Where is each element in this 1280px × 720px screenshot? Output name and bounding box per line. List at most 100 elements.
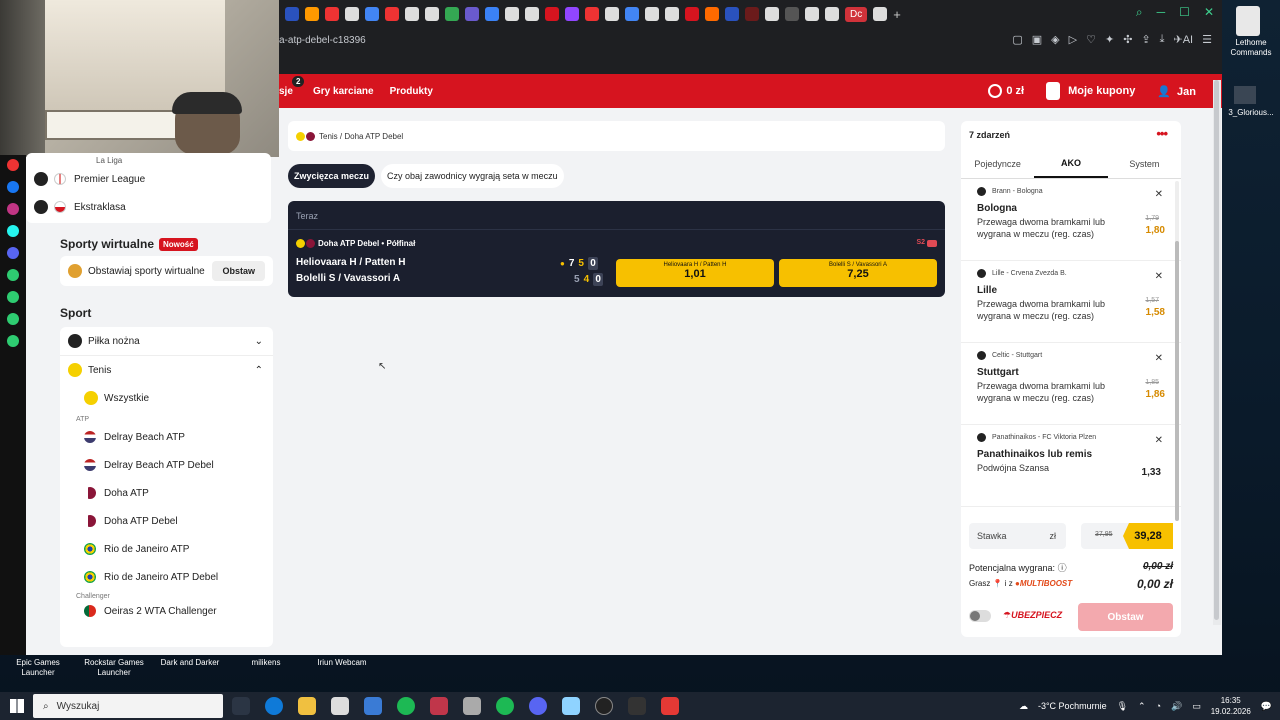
- odds-button-team-2[interactable]: Bolelli S / Vavassori A 7,25: [779, 259, 937, 287]
- place-bet-button[interactable]: Obstaw: [1078, 603, 1173, 631]
- x-tab-icon[interactable]: [825, 7, 839, 21]
- instagram-icon[interactable]: [7, 203, 19, 215]
- folder-icon[interactable]: [1234, 86, 1256, 104]
- more-icon[interactable]: •••: [1156, 126, 1168, 141]
- weather-text[interactable]: -3°C Pochmurnie: [1038, 701, 1107, 711]
- odds-button-team-1[interactable]: Heliovaara H / Patten H 1,01: [616, 259, 774, 287]
- tab-icon[interactable]: [665, 7, 679, 21]
- app-icon[interactable]: [7, 269, 19, 281]
- puzzle-icon[interactable]: ✣: [1123, 33, 1132, 46]
- task-view-icon[interactable]: [232, 697, 250, 715]
- volume-icon[interactable]: 🔊: [1171, 701, 1182, 712]
- sidebar-item-tennis[interactable]: Tenis ⌃: [60, 356, 273, 384]
- extension-icon[interactable]: ▢: [1012, 33, 1022, 46]
- sidebar-item-all[interactable]: Wszystkie: [60, 384, 273, 412]
- app-icon[interactable]: [661, 697, 679, 715]
- sidebar-item-doha-atp-debel[interactable]: Doha ATP Debel: [60, 507, 273, 535]
- amazon-tab-icon[interactable]: [305, 7, 319, 21]
- betslip-scroll-thumb[interactable]: [1175, 241, 1179, 521]
- stake-input[interactable]: Stawka zł: [969, 523, 1066, 549]
- tab-icon[interactable]: [765, 7, 779, 21]
- windows-start-icon[interactable]: [10, 699, 24, 713]
- tab-icon[interactable]: [405, 7, 419, 21]
- extension-icon[interactable]: ▣: [1032, 33, 1042, 46]
- battery-icon[interactable]: ▭: [1192, 701, 1201, 712]
- address-bar[interactable]: a-atp-debel-c18396 ▢ ▣ ◈ ▷ ♡ ✦ ✣ ⇪ ⤓ ✈AI…: [279, 28, 1222, 52]
- messenger-icon[interactable]: [7, 181, 19, 193]
- tab-icon[interactable]: [725, 7, 739, 21]
- youtube-tab-icon[interactable]: [325, 7, 339, 21]
- remove-icon[interactable]: ✕: [1155, 189, 1163, 200]
- tab-icon[interactable]: [705, 7, 719, 21]
- app-icon[interactable]: [7, 159, 19, 171]
- tab-icon[interactable]: [745, 7, 759, 21]
- info-icon[interactable]: ⓘ: [1058, 563, 1067, 573]
- notification-icon[interactable]: 💬: [1261, 701, 1272, 712]
- edge-icon[interactable]: [265, 697, 283, 715]
- url-text[interactable]: a-atp-debel-c18396: [279, 35, 366, 46]
- tab-icon[interactable]: [873, 7, 888, 21]
- sidebar-item-ekstraklasa[interactable]: Ekstraklasa: [26, 193, 271, 221]
- taskbar-search[interactable]: ⌕ Wyszukaj: [33, 694, 223, 718]
- java-icon[interactable]: [1236, 6, 1260, 36]
- search-icon[interactable]: ⌕: [1136, 5, 1143, 20]
- nav-item-gry-karciane[interactable]: Gry karciane: [313, 86, 374, 97]
- clock-icon[interactable]: [7, 291, 19, 303]
- tab-icon[interactable]: [505, 7, 519, 21]
- virtual-sports-card[interactable]: Obstawiaj sporty wirtualne Obstaw: [60, 256, 273, 286]
- tab-single[interactable]: Pojedyncze: [961, 149, 1034, 178]
- google-tab-icon[interactable]: [365, 7, 379, 21]
- remove-icon[interactable]: ✕: [1155, 271, 1163, 282]
- app-icon[interactable]: [628, 697, 646, 715]
- spotify-icon[interactable]: [397, 697, 415, 715]
- desktop-icon-epic[interactable]: Epic Games Launcher: [0, 656, 76, 692]
- sidebar-item-doha-atp[interactable]: Doha ATP: [60, 479, 273, 507]
- desktop-icon-iriun[interactable]: Iriun Webcam: [304, 656, 380, 692]
- sidebar-item-delray-atp-debel[interactable]: Delray Beach ATP Debel: [60, 451, 273, 479]
- new-tab-icon[interactable]: +: [893, 7, 901, 22]
- browser-scrollbar[interactable]: [1213, 80, 1221, 625]
- active-tab[interactable]: Dc: [845, 6, 868, 22]
- desktop-icon-milikens[interactable]: milikens: [228, 656, 304, 692]
- wifi-icon[interactable]: ◔: [1156, 701, 1161, 711]
- shield-icon[interactable]: ◈: [1051, 33, 1059, 46]
- steam-icon[interactable]: [595, 697, 613, 715]
- tab-icon[interactable]: [485, 7, 499, 21]
- balance[interactable]: 0 zł: [988, 84, 1024, 98]
- nav-item-partial[interactable]: sje: [279, 86, 293, 97]
- mic-icon[interactable]: 🎙: [1117, 701, 1128, 712]
- close-icon[interactable]: ✕: [1204, 5, 1214, 20]
- sidebar-item-rio-atp-debel[interactable]: Rio de Janeiro ATP Debel: [60, 563, 273, 591]
- tab-icon[interactable]: [425, 7, 439, 21]
- tab-icon[interactable]: [285, 7, 299, 21]
- sidebar-item-oeiras[interactable]: Oeiras 2 WTA Challenger: [60, 600, 273, 622]
- settings-icon[interactable]: [7, 335, 19, 347]
- remove-icon[interactable]: ✕: [1155, 353, 1163, 364]
- insurance-toggle[interactable]: [969, 610, 991, 622]
- tab-icon[interactable]: [685, 7, 699, 21]
- desktop-icon-rockstar[interactable]: Rockstar Games Launcher: [76, 656, 152, 692]
- app-icon[interactable]: [7, 313, 19, 325]
- tab-icon[interactable]: [345, 7, 359, 21]
- tab-both-win-set[interactable]: Czy obaj zawodnicy wygrają seta w meczu: [381, 164, 564, 188]
- tab-icon[interactable]: [445, 7, 459, 21]
- tiktok-icon[interactable]: [7, 225, 19, 237]
- youtube-tab-icon[interactable]: [385, 7, 399, 21]
- desktop-icon-label[interactable]: Lethome Commands: [1222, 38, 1280, 58]
- google-tab-icon[interactable]: [625, 7, 639, 21]
- tab-system[interactable]: System: [1108, 149, 1181, 178]
- league-partial[interactable]: La Liga: [26, 155, 271, 165]
- user-menu[interactable]: 👤 Jan: [1157, 85, 1196, 98]
- app-icon[interactable]: [463, 697, 481, 715]
- youtube-tab-icon[interactable]: [585, 7, 599, 21]
- download-icon[interactable]: ⤓: [1160, 33, 1165, 46]
- store-icon[interactable]: [331, 697, 349, 715]
- ai-icon[interactable]: ✈AI: [1174, 33, 1194, 46]
- share-icon[interactable]: ⇪: [1141, 33, 1150, 46]
- desktop-icon-label[interactable]: 3_Glorious...: [1222, 108, 1280, 117]
- clock[interactable]: 16:35 19.02.2026: [1211, 695, 1251, 717]
- tab-icon[interactable]: [645, 7, 659, 21]
- virtual-bet-button[interactable]: Obstaw: [212, 261, 265, 281]
- tab-match-winner[interactable]: Zwycięzca meczu: [288, 164, 376, 188]
- tab-icon[interactable]: [605, 7, 619, 21]
